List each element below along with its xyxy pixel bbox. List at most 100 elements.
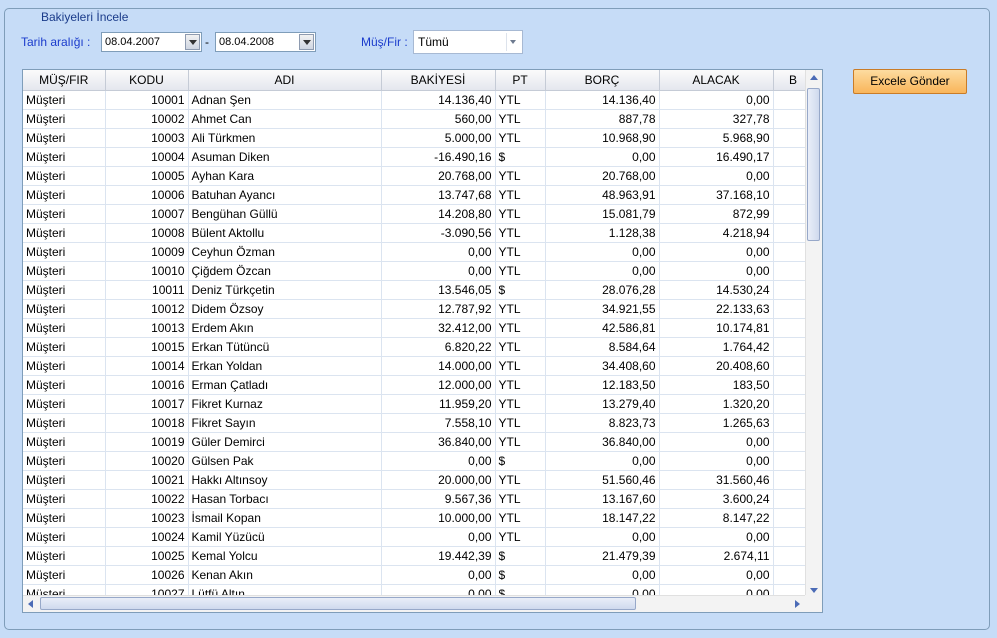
table-cell: Kemal Yolcu [188, 546, 382, 566]
table-row[interactable]: Müşteri 10022 Hasan Torbacı 9.567,36 YTL 13.1… [23, 489, 814, 509]
column-header[interactable]: MÜŞ/FIR [23, 70, 106, 91]
date-from-picker[interactable]: 08.04.2007 [101, 32, 202, 52]
table-cell: 10014 [105, 356, 189, 376]
scroll-up-icon[interactable] [810, 75, 818, 80]
table-cell: Asuman Diken [188, 147, 382, 167]
table-cell: $ [495, 451, 546, 471]
table-cell: Müşteri [23, 261, 106, 281]
table-cell: Müşteri [23, 527, 106, 547]
column-header[interactable]: BORÇ [545, 70, 660, 91]
table-cell: 1.128,38 [545, 223, 660, 243]
date-to-picker[interactable]: 08.04.2008 [215, 32, 316, 52]
table-row[interactable]: Müşteri 10006 Batuhan Ayancı 13.747,68 YTL 48… [23, 185, 814, 205]
chevron-down-icon[interactable] [185, 34, 200, 50]
table-row[interactable]: Müşteri 10003 Ali Türkmen 5.000,00 YTL 10.968… [23, 128, 814, 148]
table-cell: Hakkı Altınsoy [188, 470, 382, 490]
date-to-value: 08.04.2008 [219, 36, 275, 48]
table-cell: $ [495, 565, 546, 585]
table-cell: 0,00 [381, 565, 496, 585]
table-row[interactable]: Müşteri 10012 Didem Özsoy 12.787,92 YTL 34.92… [23, 299, 814, 319]
table-row[interactable]: Müşteri 10026 Kenan Akın 0,00 $0,00 0,00 [23, 565, 814, 585]
export-excel-button[interactable]: Excele Gönder [853, 69, 967, 94]
table-cell: 18.147,22 [545, 508, 660, 528]
table-cell: 10022 [105, 489, 189, 509]
table-row[interactable]: Müşteri 10005 Ayhan Kara 20.768,00 YTL 20.768… [23, 166, 814, 186]
table-cell: 10007 [105, 204, 189, 224]
table-cell: YTL [495, 356, 546, 376]
customer-type-select[interactable]: Tümü [413, 30, 523, 54]
table-cell: Müşteri [23, 337, 106, 357]
table-cell: YTL [495, 90, 546, 110]
horizontal-scroll-thumb[interactable] [40, 597, 636, 610]
table-row[interactable]: Müşteri 10014 Erkan Yoldan 14.000,00 YTL 34.4… [23, 356, 814, 376]
table-row[interactable]: Müşteri 10001 Adnan Şen 14.136,40 YTL 14.136,… [23, 90, 814, 110]
table-row[interactable]: Müşteri 10018 Fikret Sayın 7.558,10 YTL 8.823… [23, 413, 814, 433]
table-cell: 0,00 [545, 261, 660, 281]
scroll-corner [805, 595, 822, 612]
table-cell: YTL [495, 508, 546, 528]
column-header[interactable]: ADI [188, 70, 382, 91]
table-cell: 10.000,00 [381, 508, 496, 528]
table-cell: 183,50 [659, 375, 774, 395]
table-cell: 4.218,94 [659, 223, 774, 243]
vertical-scrollbar[interactable] [805, 70, 822, 597]
chevron-down-icon[interactable] [506, 33, 521, 51]
table-cell: 16.490,17 [659, 147, 774, 167]
table-cell: Ali Türkmen [188, 128, 382, 148]
table-row[interactable]: Müşteri 10007 Bengühan Güllü 14.208,80 YTL 15… [23, 204, 814, 224]
table-row[interactable]: Müşteri 10011 Deniz Türkçetin 13.546,05 $28.… [23, 280, 814, 300]
table-row[interactable]: Müşteri 10010 Çiğdem Özcan 0,00 YTL 0,00 0,00 [23, 261, 814, 281]
table-cell: 0,00 [659, 242, 774, 262]
table-row[interactable]: Müşteri 10016 Erman Çatladı 12.000,00 YTL 12.… [23, 375, 814, 395]
table-cell: 10009 [105, 242, 189, 262]
column-header[interactable]: KODU [105, 70, 189, 91]
table-cell: Adnan Şen [188, 90, 382, 110]
table-cell: YTL [495, 299, 546, 319]
table-cell: 51.560,46 [545, 470, 660, 490]
chevron-down-icon[interactable] [299, 34, 314, 50]
table-row[interactable]: Müşteri 10013 Erdem Akın 32.412,00 YTL 42.586… [23, 318, 814, 338]
table-cell: 10004 [105, 147, 189, 167]
table-cell: Erdem Akın [188, 318, 382, 338]
table-cell: Müşteri [23, 166, 106, 186]
scroll-right-icon[interactable] [795, 600, 800, 608]
table-row[interactable]: Müşteri 10019 Güler Demirci 36.840,00 YTL 36.… [23, 432, 814, 452]
table-row[interactable]: Müşteri 10004 Asuman Diken -16.490,16 $0,00 1… [23, 147, 814, 167]
table-row[interactable]: Müşteri 10024 Kamil Yüzücü 0,00 YTL 0,00 0,00 [23, 527, 814, 547]
table-cell: Ahmet Can [188, 109, 382, 129]
column-header[interactable]: PT [495, 70, 546, 91]
table-row[interactable]: Müşteri 10008 Bülent Aktollu -3.090,56 YTL 1.… [23, 223, 814, 243]
table-cell: Ayhan Kara [188, 166, 382, 186]
table-cell: 10016 [105, 375, 189, 395]
table-cell: -16.490,16 [381, 147, 496, 167]
scroll-left-icon[interactable] [28, 600, 33, 608]
table-cell: 10012 [105, 299, 189, 319]
vertical-scroll-thumb[interactable] [807, 88, 820, 241]
table-row[interactable]: Müşteri 10025 Kemal Yolcu 19.442,39 $21.479,… [23, 546, 814, 566]
table-cell: 0,00 [659, 90, 774, 110]
column-header[interactable]: ALACAK [659, 70, 774, 91]
table-row[interactable]: Müşteri 10009 Ceyhun Özman 0,00 YTL 0,00 0,00 [23, 242, 814, 262]
table-cell: YTL [495, 128, 546, 148]
table-cell: YTL [495, 109, 546, 129]
table-row[interactable]: Müşteri 10023 İsmail Kopan 10.000,00 YTL 18.1… [23, 508, 814, 528]
horizontal-scrollbar[interactable] [23, 595, 805, 612]
table-cell: 9.567,36 [381, 489, 496, 509]
table-cell: 10013 [105, 318, 189, 338]
table-cell: 0,00 [659, 451, 774, 471]
table-cell: 887,78 [545, 109, 660, 129]
table-row[interactable]: Müşteri 10021 Hakkı Altınsoy 20.000,00 YTL 51… [23, 470, 814, 490]
table-cell: 10015 [105, 337, 189, 357]
table-cell: Fikret Sayın [188, 413, 382, 433]
table-row[interactable]: Müşteri 10020 Gülsen Pak 0,00 $0,00 0,00 [23, 451, 814, 471]
table-cell: 10008 [105, 223, 189, 243]
table-cell: 327,78 [659, 109, 774, 129]
table-cell: 13.167,60 [545, 489, 660, 509]
scroll-down-icon[interactable] [810, 588, 818, 593]
column-header[interactable]: BAKİYESİ [381, 70, 496, 91]
table-row[interactable]: Müşteri 10002 Ahmet Can 560,00 YTL 887,78 327,… [23, 109, 814, 129]
table-row[interactable]: Müşteri 10015 Erkan Tütüncü 6.820,22 YTL 8.58… [23, 337, 814, 357]
table-cell: 22.133,63 [659, 299, 774, 319]
table-row[interactable]: Müşteri 10017 Fikret Kurnaz 11.959,20 YTL 13.… [23, 394, 814, 414]
table-cell: 7.558,10 [381, 413, 496, 433]
